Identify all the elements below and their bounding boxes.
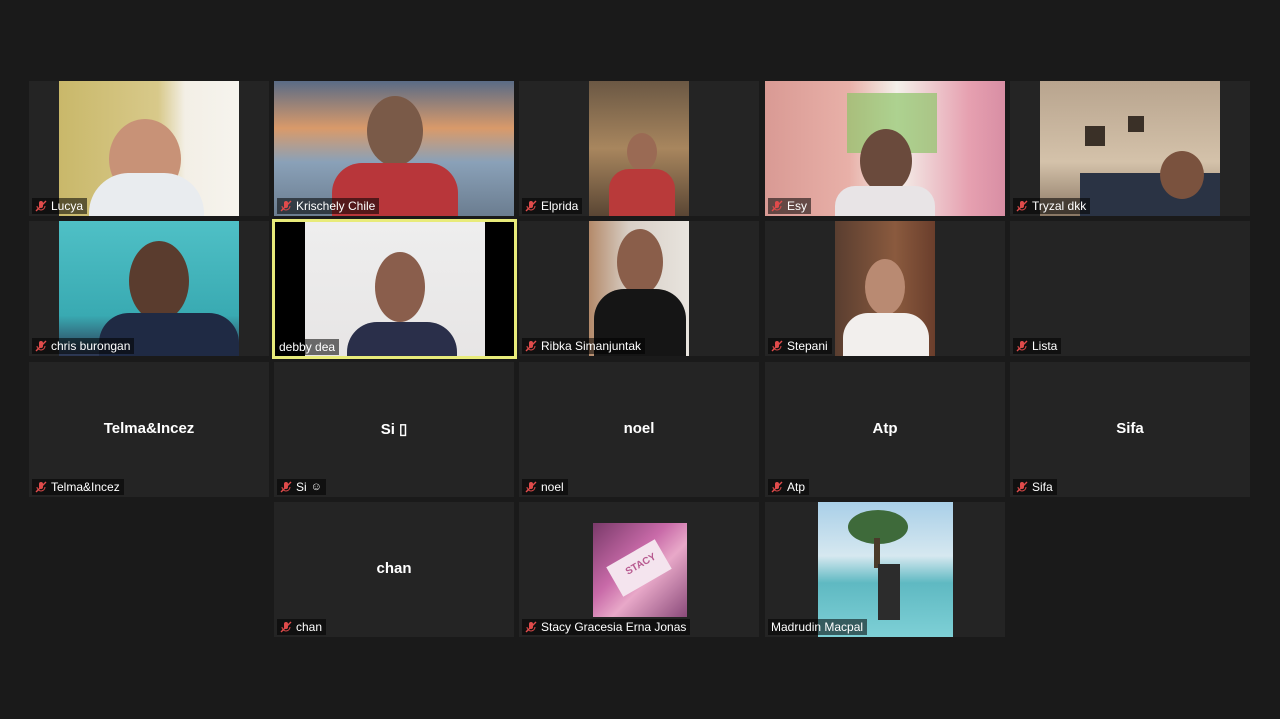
name-label: Si ☺ [277, 479, 326, 495]
participant-name: Tryzal dkk [1032, 199, 1087, 213]
video-tile-lucya[interactable]: Lucya [29, 81, 269, 216]
name-label: Elprida [522, 198, 583, 214]
mic-muted-icon [35, 200, 47, 212]
profile-picture [818, 502, 953, 637]
mic-muted-icon [35, 340, 47, 352]
name-label: Atp [768, 479, 810, 495]
video-tile-elprida[interactable]: Elprida [519, 81, 759, 216]
video-tile-chris[interactable]: chris burongan [29, 221, 269, 356]
name-label: debby dea [276, 339, 340, 355]
participant-name: Stepani [787, 339, 828, 353]
name-label: Stacy Gracesia Erna Jonas [522, 619, 691, 635]
mic-muted-icon [525, 200, 537, 212]
video-tile-si[interactable]: Si ▯ Si ☺ [274, 362, 514, 497]
mic-muted-icon [280, 200, 292, 212]
name-label: chris burongan [32, 338, 135, 354]
mic-muted-icon [280, 621, 292, 633]
video-feed [835, 221, 935, 356]
video-tile-telma[interactable]: Telma&Incez Telma&Incez [29, 362, 269, 497]
mic-muted-icon [771, 340, 783, 352]
participant-name: chris burongan [51, 339, 131, 353]
participant-display-name: Atp [872, 420, 898, 437]
participant-name: debby dea [279, 340, 336, 354]
video-feed [589, 81, 689, 216]
video-feed [1040, 81, 1220, 216]
participant-name: Lucya [51, 199, 84, 213]
name-label: Lucya [32, 198, 88, 214]
video-feed [59, 81, 239, 216]
video-tile-chan[interactable]: chan chan [274, 502, 514, 637]
mic-muted-icon [771, 481, 783, 493]
participant-display-name: noel [623, 420, 655, 437]
participant-name: Ribka Simanjuntak [541, 339, 642, 353]
video-tile-noel[interactable]: noel noel [519, 362, 759, 497]
video-tile-sifa[interactable]: Sifa Sifa [1010, 362, 1250, 497]
mic-muted-icon [280, 481, 292, 493]
name-label: Lista [1013, 338, 1062, 354]
video-tile-debby[interactable]: debby dea [272, 219, 517, 359]
participant-display-name: Sifa [1116, 420, 1144, 437]
participant-display-name: Si ▯ [380, 421, 408, 438]
participant-name: Atp [787, 480, 806, 494]
participant-name: Madrudin Macpal [771, 620, 864, 634]
mic-muted-icon [1016, 200, 1028, 212]
mic-muted-icon [525, 481, 537, 493]
participant-name: Esy [787, 199, 808, 213]
video-feed [275, 222, 514, 356]
name-label: Stepani [768, 338, 832, 354]
video-feed [274, 81, 514, 216]
name-label: chan [277, 619, 327, 635]
video-tile-ribka[interactable]: Ribka Simanjuntak [519, 221, 759, 356]
participant-name: chan [296, 620, 323, 634]
profile-picture: STACY [593, 523, 687, 617]
participant-name: Si [296, 480, 307, 494]
video-tile-atp[interactable]: Atp Atp [765, 362, 1005, 497]
mic-muted-icon [525, 340, 537, 352]
video-feed [589, 221, 689, 356]
participant-name: Elprida [541, 199, 579, 213]
video-feed [765, 81, 1005, 216]
mic-muted-icon [771, 200, 783, 212]
name-label: Ribka Simanjuntak [522, 338, 646, 354]
video-tile-lista[interactable]: Lista [1010, 221, 1250, 356]
video-tile-stepani[interactable]: Stepani [765, 221, 1005, 356]
name-label: Sifa [1013, 479, 1057, 495]
name-label: Telma&Incez [32, 479, 124, 495]
participant-name: Sifa [1032, 480, 1053, 494]
mic-muted-icon [1016, 340, 1028, 352]
mic-muted-icon [35, 481, 47, 493]
participant-name: Telma&Incez [51, 480, 120, 494]
video-feed [59, 221, 239, 356]
participant-name: Stacy Gracesia Erna Jonas [541, 620, 687, 634]
name-label: Tryzal dkk [1013, 198, 1091, 214]
participant-display-name: chan [376, 560, 412, 577]
mic-muted-icon [525, 621, 537, 633]
name-label: Esy [768, 198, 812, 214]
participant-name: noel [541, 480, 564, 494]
video-tile-stacy[interactable]: STACY Stacy Gracesia Erna Jonas [519, 502, 759, 637]
participant-name: Krischely Chile [296, 199, 376, 213]
participant-display-name: Telma&Incez [103, 420, 195, 437]
video-tile-madrudin[interactable]: Madrudin Macpal [765, 502, 1005, 637]
video-tile-tryzal[interactable]: Tryzal dkk [1010, 81, 1250, 216]
name-label: Krischely Chile [277, 198, 380, 214]
smiley-emoji-icon: ☺ [310, 481, 322, 493]
mic-muted-icon [1016, 481, 1028, 493]
video-tile-krischely[interactable]: Krischely Chile [274, 81, 514, 216]
participant-name: Lista [1032, 339, 1058, 353]
name-label: Madrudin Macpal [768, 619, 868, 635]
name-label: noel [522, 479, 568, 495]
video-tile-esy[interactable]: Esy [765, 81, 1005, 216]
